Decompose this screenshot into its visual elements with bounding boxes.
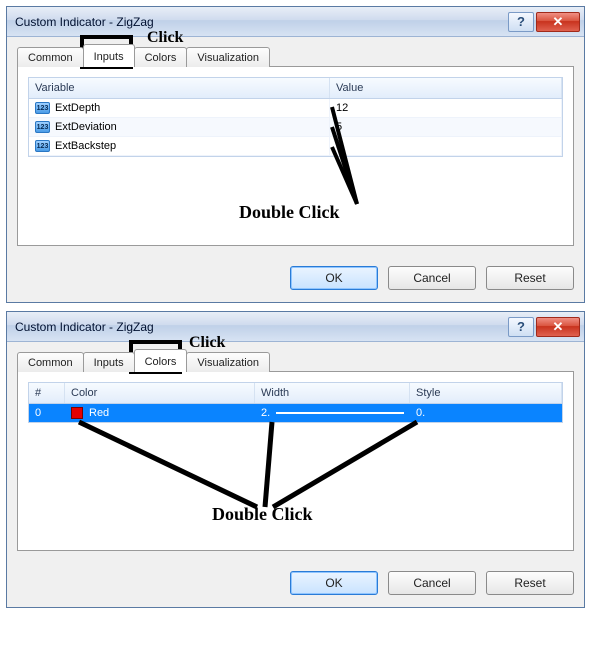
reset-button[interactable]: Reset (486, 571, 574, 595)
row-index[interactable]: 0 (29, 404, 65, 422)
dialog-inputs: Custom Indicator - ZigZag ? ✕ Common Inp… (6, 6, 585, 303)
close-button[interactable]: ✕ (536, 317, 580, 337)
colors-grid: # Color Width Style 0 Red 2. (28, 382, 563, 423)
help-icon: ? (517, 319, 525, 334)
grid-header: # Color Width Style (29, 383, 562, 404)
var-name: ExtDeviation (55, 121, 117, 133)
row-color-cell[interactable]: Red (65, 404, 255, 422)
tab-common[interactable]: Common (17, 47, 84, 67)
tab-common[interactable]: Common (17, 352, 84, 372)
window-title: Custom Indicator - ZigZag (15, 320, 506, 334)
color-name: Red (89, 407, 109, 419)
table-row[interactable]: 123 ExtBackstep 3 (29, 137, 562, 156)
col-width[interactable]: Width (255, 383, 410, 403)
width-preview-icon (276, 412, 404, 414)
grid-header: Variable Value (29, 78, 562, 99)
table-row[interactable]: 123 ExtDepth 12 (29, 99, 562, 118)
var-name: ExtDepth (55, 102, 100, 114)
tab-inputs[interactable]: Inputs (83, 44, 135, 67)
int-icon: 123 (35, 102, 50, 114)
var-value[interactable]: 5 (330, 118, 562, 137)
button-row: OK Cancel Reset (7, 256, 584, 302)
var-value[interactable]: 3 (330, 137, 562, 156)
col-variable[interactable]: Variable (29, 78, 330, 98)
cancel-button[interactable]: Cancel (388, 266, 476, 290)
close-icon: ✕ (553, 319, 564, 335)
window-title: Custom Indicator - ZigZag (15, 15, 506, 29)
row-style-cell[interactable]: 0. (410, 404, 562, 422)
ok-button[interactable]: OK (290, 571, 378, 595)
tabs: Common Inputs Colors Visualization (17, 43, 574, 67)
help-button[interactable]: ? (508, 12, 534, 32)
inputs-grid: Variable Value 123 ExtDepth 12 123 ExtDevi… (28, 77, 563, 157)
button-row: OK Cancel Reset (7, 561, 584, 607)
table-row[interactable]: 0 Red 2. 0. (29, 404, 562, 422)
dialog-colors: Custom Indicator - ZigZag ? ✕ Common Inp… (6, 311, 585, 608)
tab-panel-inputs: Variable Value 123 ExtDepth 12 123 ExtDevi… (17, 66, 574, 246)
style-value: 0. (416, 407, 425, 419)
ok-button[interactable]: OK (290, 266, 378, 290)
tab-colors[interactable]: Colors (134, 349, 188, 372)
tab-inputs[interactable]: Inputs (83, 352, 135, 372)
cancel-button[interactable]: Cancel (388, 571, 476, 595)
var-name: ExtBackstep (55, 140, 116, 152)
col-color[interactable]: Color (65, 383, 255, 403)
close-button[interactable]: ✕ (536, 12, 580, 32)
close-icon: ✕ (553, 14, 564, 30)
int-icon: 123 (35, 140, 50, 152)
row-width-cell[interactable]: 2. (255, 404, 410, 422)
col-value[interactable]: Value (330, 78, 562, 98)
table-row[interactable]: 123 ExtDeviation 5 (29, 118, 562, 137)
titlebar[interactable]: Custom Indicator - ZigZag ? ✕ (7, 7, 584, 37)
width-value: 2. (261, 407, 270, 419)
tab-visualization[interactable]: Visualization (186, 352, 270, 372)
color-swatch-icon (71, 407, 83, 419)
col-index[interactable]: # (29, 383, 65, 403)
tab-colors[interactable]: Colors (134, 47, 188, 67)
col-style[interactable]: Style (410, 383, 562, 403)
var-value[interactable]: 12 (330, 99, 562, 118)
titlebar[interactable]: Custom Indicator - ZigZag ? ✕ (7, 312, 584, 342)
tab-visualization[interactable]: Visualization (186, 47, 270, 67)
tabs: Common Inputs Colors Visualization (17, 348, 574, 372)
reset-button[interactable]: Reset (486, 266, 574, 290)
help-icon: ? (517, 14, 525, 29)
int-icon: 123 (35, 121, 50, 133)
tab-panel-colors: # Color Width Style 0 Red 2. (17, 371, 574, 551)
help-button[interactable]: ? (508, 317, 534, 337)
